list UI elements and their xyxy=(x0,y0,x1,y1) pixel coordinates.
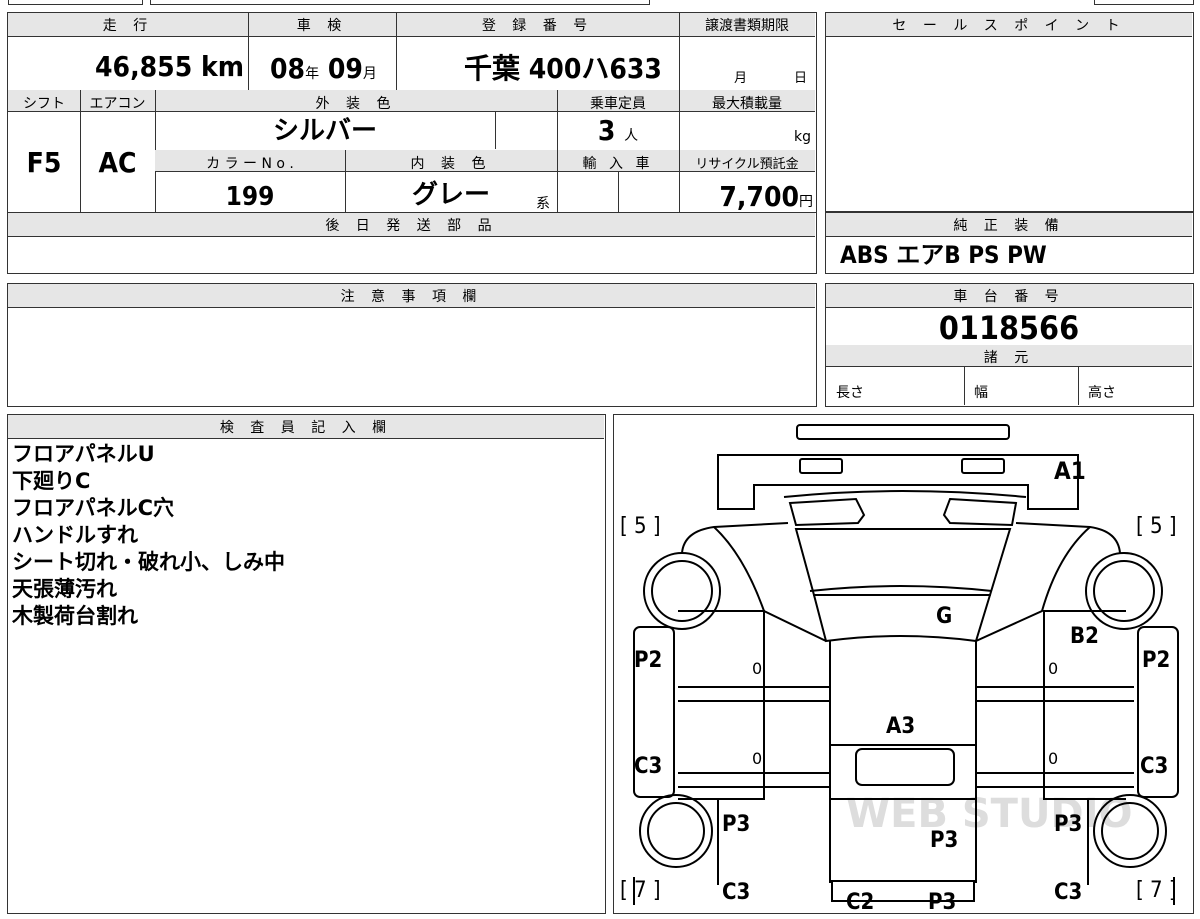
mark-c3-bottom-left: C3 xyxy=(722,880,751,905)
mark-p3-left: P3 xyxy=(722,812,751,837)
mark-zero: 0 xyxy=(752,659,763,678)
capacity-value: 3 人 xyxy=(597,114,639,147)
recycle-label: リサイクル預託金 xyxy=(695,157,799,172)
height-label: 高さ xyxy=(1088,385,1116,401)
shaken-label: 車 検 xyxy=(296,18,348,34)
caution-label: 注 意 事 項 欄 xyxy=(340,289,483,305)
mark-p3-bottom: P3 xyxy=(928,890,957,915)
parts-later-label: 後 日 発 送 部 品 xyxy=(325,218,498,234)
equipment-box: 純 正 装 備 ABS エアB PS PW xyxy=(825,212,1194,274)
width-label: 幅 xyxy=(974,385,988,401)
mark-p2-right: P2 xyxy=(1142,648,1171,673)
mileage-value: 46,855 km xyxy=(95,50,244,83)
max-load-label: 最大積載量 xyxy=(712,96,782,112)
mark-c2-bottom: C2 xyxy=(846,890,875,915)
mark-zero: 0 xyxy=(1048,749,1059,768)
exterior-color-label: 外 装 色 xyxy=(315,96,397,112)
note-line: 下廻りC xyxy=(12,469,91,493)
tire-front-right: [ 5 ] xyxy=(1136,514,1177,539)
exterior-color-value: シルバー xyxy=(272,116,377,146)
sales-point-box: セ ー ル ス ポ イ ン ト xyxy=(825,12,1194,212)
note-line: フロアパネルC穴 xyxy=(12,496,174,520)
registration-label: 登 録 番 号 xyxy=(481,18,594,34)
mark-c3-bottom-right: C3 xyxy=(1054,880,1083,905)
mark-p3-right: P3 xyxy=(1054,812,1083,837)
mark-g: G xyxy=(936,604,953,629)
note-line: フロアパネルU xyxy=(12,442,155,466)
capacity-label: 乗車定員 xyxy=(590,96,646,112)
mark-a3: A3 xyxy=(886,714,916,739)
mark-c3-left: C3 xyxy=(634,754,663,779)
interior-suffix: 系 xyxy=(536,196,550,212)
interior-color-label: 内 装 色 xyxy=(410,156,492,172)
tire-rear-left: [ 7 ] xyxy=(620,878,661,903)
specs-label: 諸 元 xyxy=(983,350,1035,366)
mark-a1: A1 xyxy=(1054,457,1086,485)
note-line: 天張薄汚れ xyxy=(12,577,117,601)
max-load-unit: kg xyxy=(794,129,811,145)
tire-rear-right: [ 7 ] xyxy=(1136,878,1177,903)
parts-later-box: 後 日 発 送 部 品 xyxy=(7,212,817,274)
inspector-notes-box: 検 査 員 記 入 欄 フロアパネルU 下廻りC フロアパネルC穴 ハンドルすれ… xyxy=(7,414,606,914)
mark-b2: B2 xyxy=(1070,624,1099,649)
transfer-day: 日 xyxy=(794,71,808,86)
color-no-label: カ ラ ー N o . xyxy=(206,156,294,172)
equipment-label: 純 正 装 備 xyxy=(953,218,1065,234)
watermark: WEB STUDIO xyxy=(846,791,1133,837)
mark-p2-left: P2 xyxy=(634,648,663,673)
transfer-deadline-label: 譲渡書類期限 xyxy=(705,18,789,34)
length-label: 長さ xyxy=(836,385,864,401)
mark-zero: 0 xyxy=(752,749,763,768)
aircon-value: AC xyxy=(98,146,137,179)
transfer-month: 月 xyxy=(734,71,748,86)
shaken-value: 08年 09月 xyxy=(270,52,377,85)
note-line: シート切れ・破れ小、しみ中 xyxy=(12,550,285,574)
color-no-value: 199 xyxy=(225,182,275,212)
chassis-value: 0118566 xyxy=(938,309,1080,347)
inspector-notes-list: フロアパネルU 下廻りC フロアパネルC穴 ハンドルすれ シート切れ・破れ小、し… xyxy=(12,441,285,630)
inspector-label: 検 査 員 記 入 欄 xyxy=(219,420,393,436)
shift-label: シフト xyxy=(23,96,65,112)
equipment-value: ABS エアB PS PW xyxy=(840,241,1047,269)
note-line: ハンドルすれ xyxy=(12,523,138,547)
mark-c3-right: C3 xyxy=(1140,754,1169,779)
mark-zero: 0 xyxy=(1048,659,1059,678)
tire-front-left: [ 5 ] xyxy=(620,514,661,539)
sales-point-label: セ ー ル ス ポ イ ン ト xyxy=(892,18,1126,34)
damage-diagram-box: WEB STUDIO A1 G B2 A3 P2 P2 C3 C3 P3 P3 … xyxy=(613,414,1194,915)
chassis-box: 車 台 番 号 0118566 諸 元 長さ 幅 高さ xyxy=(825,283,1194,407)
caution-box: 注 意 事 項 欄 xyxy=(7,283,817,407)
shift-value: F5 xyxy=(26,146,62,179)
mileage-label: 走 行 xyxy=(102,18,154,34)
interior-color-value: グレー xyxy=(411,180,490,210)
chassis-label: 車 台 番 号 xyxy=(953,289,1065,305)
registration-value: 千葉 400ハ633 xyxy=(464,52,662,85)
vehicle-info-table: 走 行 車 検 登 録 番 号 譲渡書類期限 46,855 km 08年 09月… xyxy=(7,12,817,214)
mark-p3-center: P3 xyxy=(930,828,959,853)
note-line: 木製荷台割れ xyxy=(12,604,138,628)
top-strip xyxy=(8,0,1194,6)
aircon-label: エアコン xyxy=(89,96,146,112)
import-label: 輸 入 車 xyxy=(582,156,654,172)
truck-diagram: WEB STUDIO xyxy=(633,424,1179,905)
